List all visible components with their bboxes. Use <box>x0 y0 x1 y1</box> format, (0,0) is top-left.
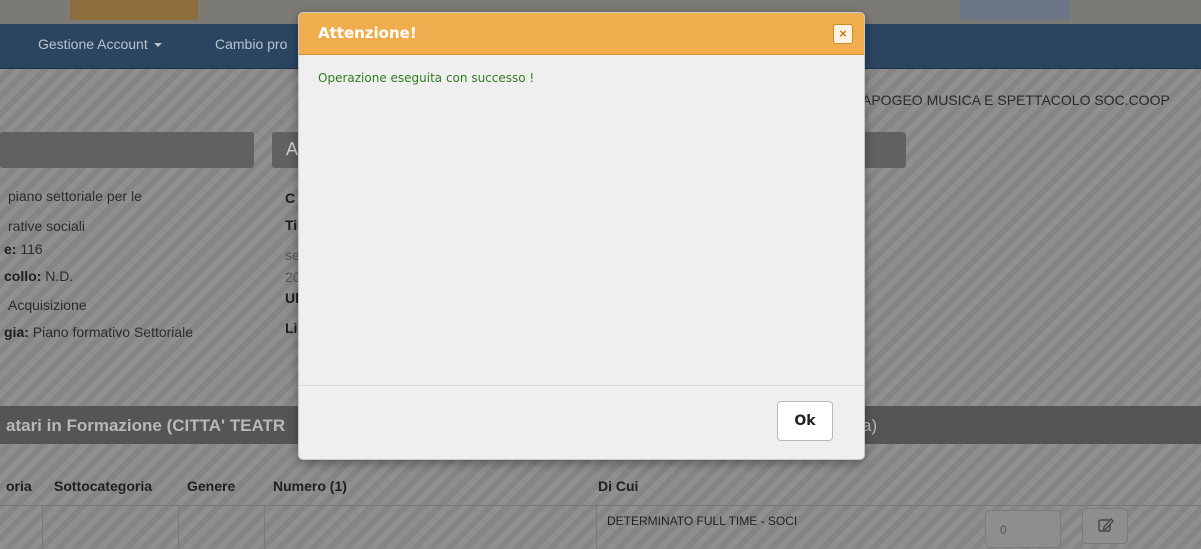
info-line: e: 116 <box>4 241 43 257</box>
nav-account-label: Gestione Account <box>38 36 148 52</box>
table-header: oria Sottocategoria Genere Numero (1) Di… <box>0 470 1201 500</box>
modal-footer: Ok <box>299 385 864 459</box>
banner-image-left <box>70 0 198 20</box>
column-divider <box>264 506 265 549</box>
col-genere: Genere <box>187 478 236 494</box>
quantity-input[interactable]: 0 <box>985 510 1061 548</box>
modal-message: Operazione eseguita con successo ! <box>318 71 535 85</box>
ok-button[interactable]: Ok <box>777 401 833 441</box>
column-divider <box>596 506 597 549</box>
nav-account-menu[interactable]: Gestione Account <box>38 36 162 52</box>
info-mid-line: C <box>285 190 296 206</box>
edit-icon <box>1098 518 1114 532</box>
info-line: gia: Piano formativo Settoriale <box>4 324 194 340</box>
info-line: rative sociali <box>8 218 86 234</box>
nav-cambio[interactable]: Cambio pro <box>215 36 287 52</box>
edit-button[interactable] <box>1082 508 1128 544</box>
col-categoria: oria <box>6 478 32 494</box>
di-cui-cell: DETERMINATO FULL TIME - SOCI <box>607 514 798 528</box>
panel-left-header <box>0 132 254 168</box>
org-name: APOGEO MUSICA E SPETTACOLO SOC.COOP <box>862 92 1170 108</box>
table-row: DETERMINATO FULL TIME - SOCI 0 <box>0 505 1201 549</box>
col-numero: Numero (1) <box>273 478 347 494</box>
column-divider <box>178 506 179 549</box>
info-mid-line: Ti <box>285 217 298 233</box>
close-icon[interactable]: × <box>833 24 853 44</box>
quantity-value: 0 <box>1000 523 1007 537</box>
modal-title: Attenzione! <box>318 24 417 42</box>
section-title: atari in Formazione (CITTA' TEATR <box>6 416 286 435</box>
info-line: Acquisizione <box>8 297 87 313</box>
col-di-cui: Di Cui <box>598 478 639 494</box>
modal-header: Attenzione! × <box>299 13 864 55</box>
caret-down-icon <box>153 43 162 48</box>
col-sottocategoria: Sottocategoria <box>54 478 153 494</box>
info-line: collo: N.D. <box>4 268 74 284</box>
alert-modal: Attenzione! × Operazione eseguita con su… <box>298 12 865 460</box>
info-mid-line: Li <box>285 320 298 336</box>
info-line: piano settoriale per le <box>8 188 142 204</box>
info-mid-line: Ul <box>285 290 299 306</box>
banner-image-right <box>960 0 1070 20</box>
column-divider <box>42 506 43 549</box>
panel-middle-title: A <box>286 139 299 159</box>
